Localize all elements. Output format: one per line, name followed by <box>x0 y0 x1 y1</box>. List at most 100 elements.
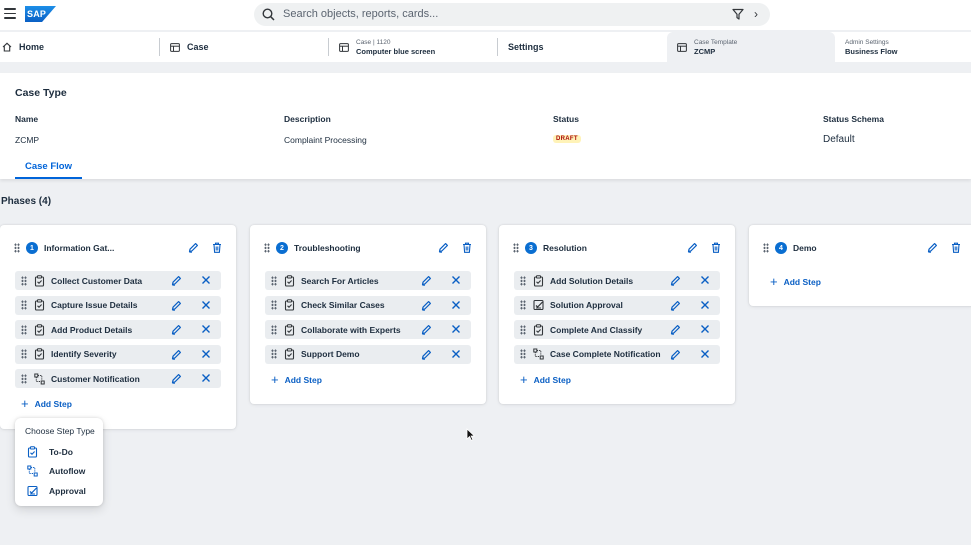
close-icon[interactable] <box>451 324 461 334</box>
add-step-button[interactable]: + Add Step <box>271 373 322 386</box>
step-name: Solution Approval <box>550 300 623 310</box>
edit-icon[interactable] <box>421 300 432 311</box>
edit-icon[interactable] <box>670 349 681 360</box>
option-autoflow[interactable]: Autoflow <box>27 465 85 477</box>
drag-handle-icon[interactable] <box>520 324 526 335</box>
drag-handle-icon[interactable] <box>271 275 277 286</box>
close-icon[interactable] <box>700 349 710 359</box>
chevron-right-icon[interactable]: › <box>754 7 758 21</box>
step-row[interactable]: Check Similar Cases <box>265 295 471 315</box>
step-row[interactable]: Search For Articles <box>265 271 471 290</box>
drag-handle-icon[interactable] <box>271 349 277 359</box>
status-schema-field: Status Schema Default <box>823 114 884 145</box>
step-row[interactable]: Identify Severity <box>15 344 221 364</box>
step-row[interactable]: Case Complete Notification <box>514 344 720 364</box>
description-field: Description Complaint Processing <box>284 114 367 145</box>
close-icon[interactable] <box>700 275 710 285</box>
close-icon[interactable] <box>201 275 211 285</box>
drag-handle-icon[interactable] <box>21 373 27 384</box>
add-step-button[interactable]: + Add Step <box>21 397 72 410</box>
menu-icon[interactable] <box>4 8 16 20</box>
drag-handle-icon[interactable] <box>271 324 277 335</box>
edit-icon[interactable] <box>421 275 432 286</box>
filter-icon[interactable] <box>732 8 744 20</box>
autoflow-icon <box>27 465 38 477</box>
step-row[interactable]: Capture Issue Details <box>15 295 221 315</box>
drag-handle-icon[interactable] <box>513 243 519 253</box>
drag-handle-icon[interactable] <box>21 300 27 310</box>
phase-card: 4 Demo + Add Step <box>749 225 971 306</box>
tab-case-template[interactable]: Case Template ZCMP <box>667 32 835 62</box>
edit-icon[interactable] <box>687 242 698 253</box>
search-icon[interactable] <box>262 8 275 21</box>
delete-icon[interactable] <box>212 242 222 253</box>
close-icon[interactable] <box>201 300 211 310</box>
close-icon[interactable] <box>201 349 211 359</box>
edit-icon[interactable] <box>171 300 182 311</box>
edit-icon[interactable] <box>171 324 182 335</box>
status-schema-value: Default <box>823 134 855 145</box>
edit-icon[interactable] <box>927 242 938 253</box>
step-name: Complete And Classify <box>550 324 643 335</box>
step-row[interactable]: Support Demo <box>265 344 471 364</box>
drag-handle-icon[interactable] <box>271 300 277 310</box>
edit-icon[interactable] <box>670 275 681 286</box>
tab-admin-settings[interactable]: Admin Settings Business Flow <box>845 32 971 62</box>
edit-icon[interactable] <box>421 349 432 360</box>
edit-icon[interactable] <box>171 349 182 360</box>
close-icon[interactable] <box>451 349 461 359</box>
close-icon[interactable] <box>700 300 710 310</box>
name-value: ZCMP <box>15 135 40 145</box>
step-row[interactable]: Add Product Details <box>15 320 221 339</box>
tab-home[interactable]: Home <box>0 32 160 62</box>
delete-icon[interactable] <box>711 242 721 253</box>
delete-icon[interactable] <box>462 242 472 253</box>
tab-case-label: Case <box>187 42 209 52</box>
drag-handle-icon[interactable] <box>21 349 27 359</box>
phase-number: 3 <box>525 242 537 254</box>
close-icon[interactable] <box>451 275 461 285</box>
step-row[interactable]: Complete And Classify <box>514 320 720 339</box>
close-icon[interactable] <box>451 300 461 310</box>
delete-icon[interactable] <box>951 242 961 253</box>
drag-handle-icon[interactable] <box>763 243 769 253</box>
step-row[interactable]: Customer Notification <box>15 369 221 388</box>
step-row[interactable]: Solution Approval <box>514 295 720 315</box>
drag-handle-icon[interactable] <box>14 243 20 253</box>
sap-logo[interactable]: SAP <box>25 6 56 22</box>
drag-handle-icon[interactable] <box>21 324 27 335</box>
tab-case-detail[interactable]: Case | 1120 Computer blue screen <box>329 32 498 62</box>
tab-settings[interactable]: Settings <box>498 32 667 62</box>
drag-handle-icon[interactable] <box>520 300 526 310</box>
close-icon[interactable] <box>201 324 211 334</box>
edit-icon[interactable] <box>171 275 182 286</box>
step-row[interactable]: Collaborate with Experts <box>265 320 471 339</box>
popover-title: Choose Step Type <box>25 426 95 436</box>
edit-icon[interactable] <box>438 242 449 253</box>
description-value: Complaint Processing <box>284 135 367 145</box>
drag-handle-icon[interactable] <box>520 349 526 359</box>
edit-icon[interactable] <box>171 373 182 384</box>
option-approval[interactable]: Approval <box>27 485 86 497</box>
drag-handle-icon[interactable] <box>21 275 27 286</box>
drag-handle-icon[interactable] <box>520 275 526 286</box>
step-name: Search For Articles <box>301 275 379 286</box>
add-step-button[interactable]: + Add Step <box>520 373 571 386</box>
close-icon[interactable] <box>700 324 710 334</box>
drag-handle-icon[interactable] <box>264 243 270 253</box>
step-row[interactable]: Collect Customer Data <box>15 271 221 290</box>
add-step-button[interactable]: + Add Step <box>770 275 821 288</box>
tab-case-flow[interactable]: Case Flow <box>15 158 82 179</box>
autoflow-icon <box>34 373 45 385</box>
option-todo[interactable]: To-Do <box>27 446 73 458</box>
edit-icon[interactable] <box>670 324 681 335</box>
tab-case[interactable]: Case <box>160 32 329 62</box>
approval-icon <box>27 485 38 497</box>
edit-icon[interactable] <box>670 300 681 311</box>
step-row[interactable]: Add Solution Details <box>514 271 720 290</box>
edit-icon[interactable] <box>188 242 199 253</box>
close-icon[interactable] <box>201 373 211 383</box>
search-field[interactable]: Search objects, reports, cards... › <box>254 3 770 26</box>
edit-icon[interactable] <box>421 324 432 335</box>
search-placeholder[interactable]: Search objects, reports, cards... <box>283 8 438 20</box>
